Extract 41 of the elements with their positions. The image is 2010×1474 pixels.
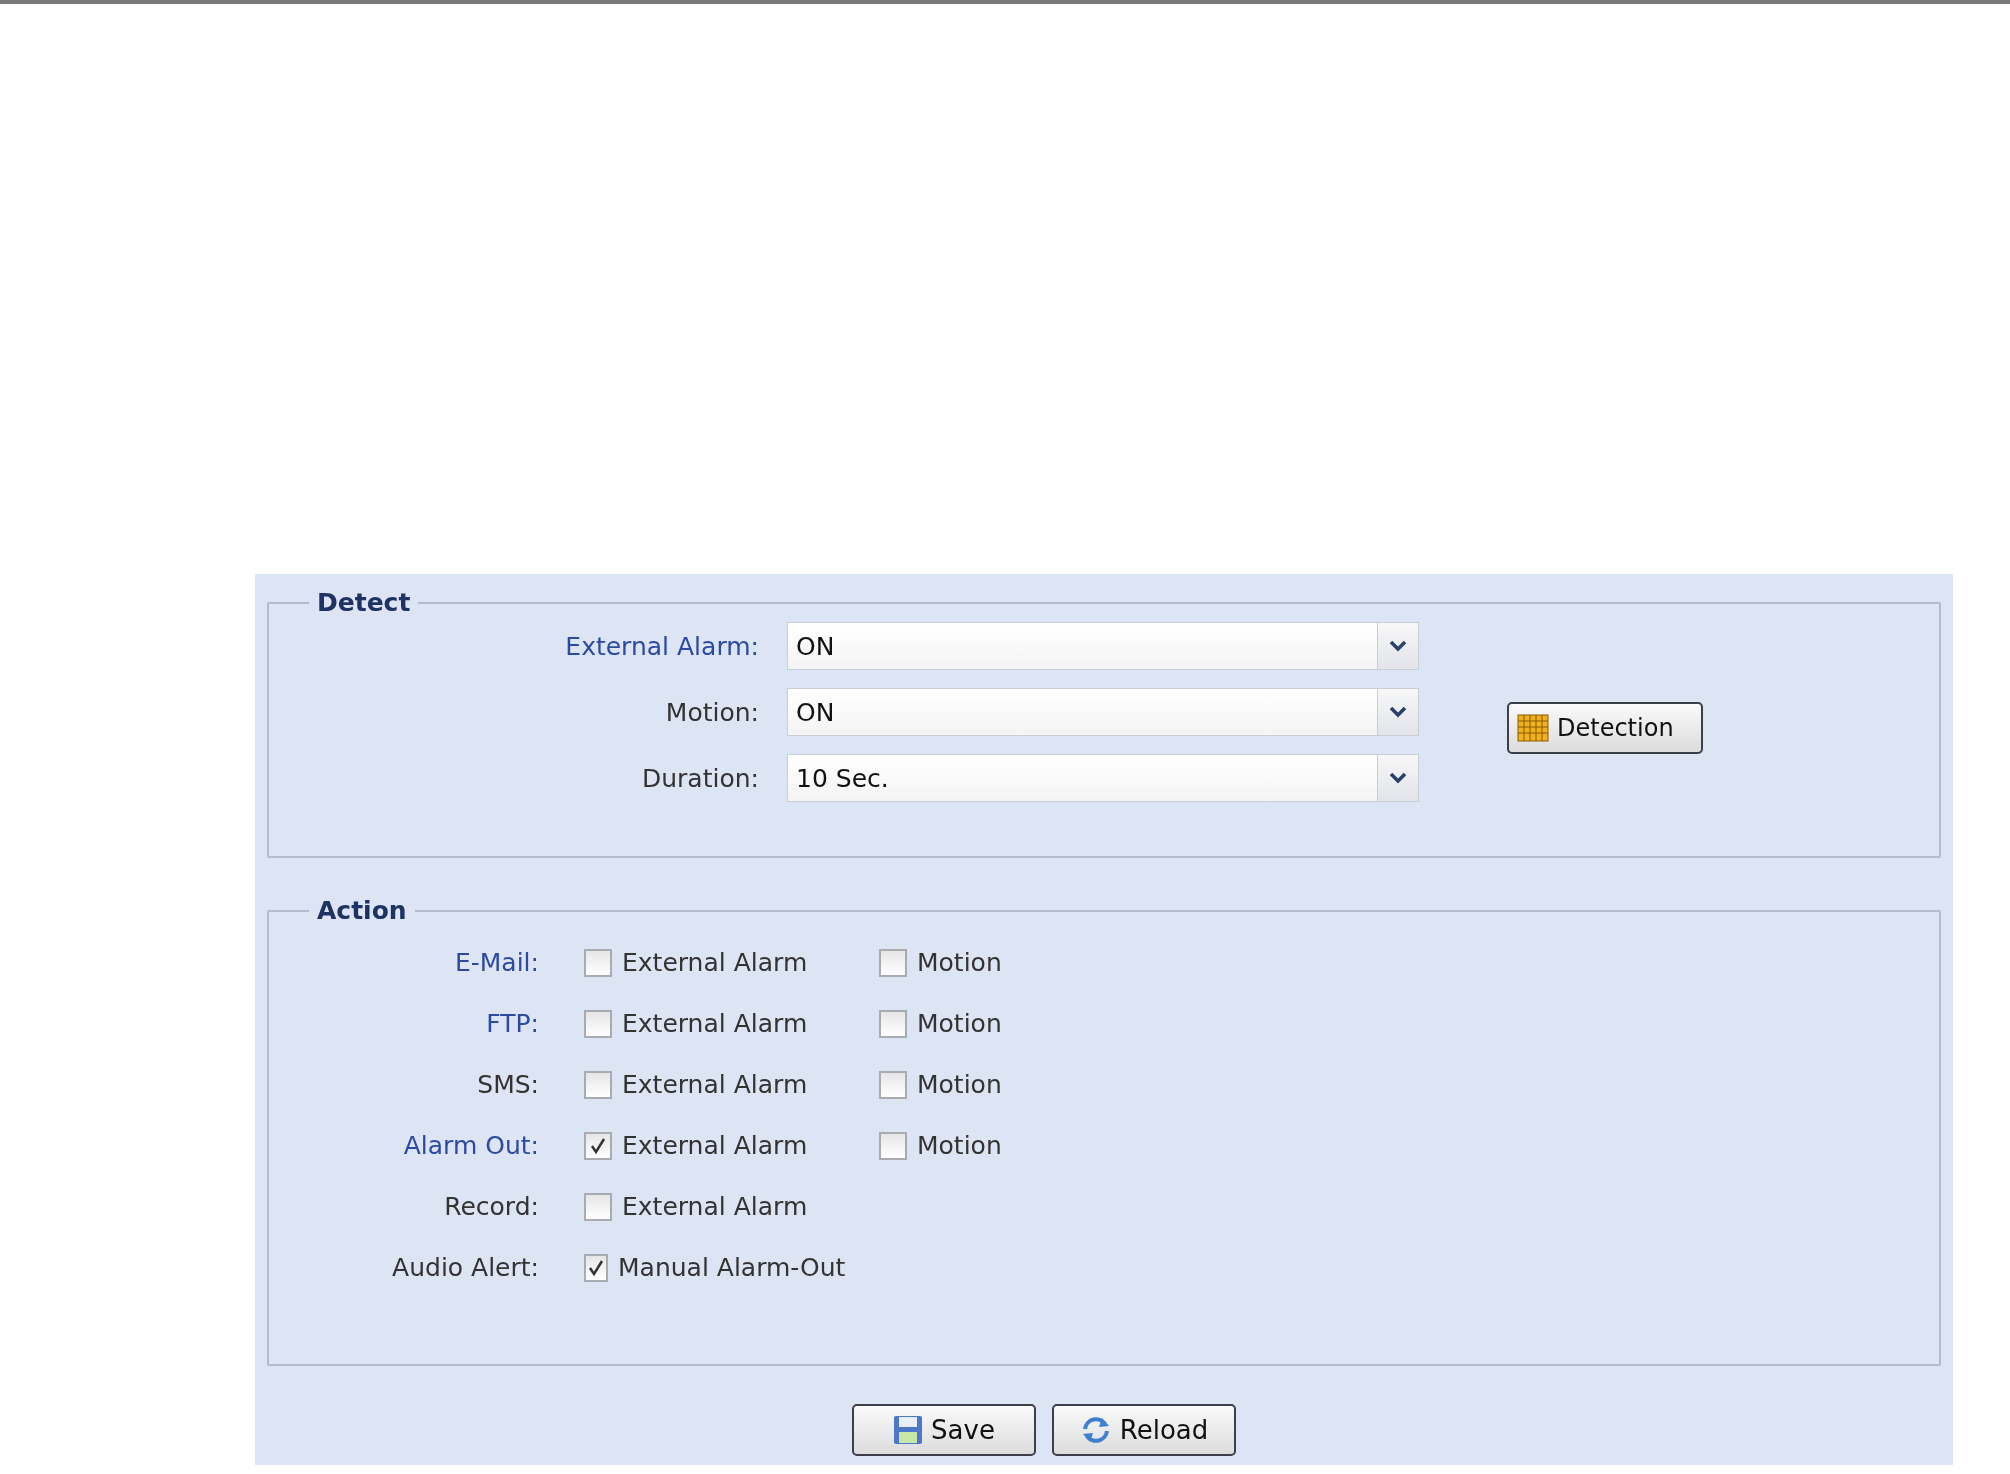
field-label: External Alarm: xyxy=(565,631,759,661)
checkbox-label: External Alarm xyxy=(622,948,808,977)
checkbox[interactable] xyxy=(584,1253,608,1282)
checkbox-label: Motion xyxy=(917,1070,1002,1099)
section-title: Detect xyxy=(316,590,412,616)
checkbox-label: External Alarm xyxy=(622,1192,808,1221)
checkbox[interactable] xyxy=(584,1192,612,1221)
field-label: Alarm Out: xyxy=(403,1131,539,1160)
field-label: Audio Alert: xyxy=(392,1253,539,1282)
grid-icon xyxy=(1517,714,1549,742)
field-label: E-Mail: xyxy=(454,948,539,977)
field-label: Record: xyxy=(444,1192,539,1221)
save-button[interactable]: Save xyxy=(852,1404,1036,1456)
field-label: Duration: xyxy=(642,763,759,793)
dropdown[interactable]: ON xyxy=(787,622,1419,670)
checkbox-label: External Alarm xyxy=(622,1070,808,1099)
dropdown[interactable]: 10 Sec. xyxy=(787,754,1419,802)
field-label: SMS: xyxy=(477,1070,539,1099)
checkbox-label: Motion xyxy=(917,1009,1002,1038)
checkbox-label: External Alarm xyxy=(622,1009,808,1038)
field-label: Motion: xyxy=(665,697,759,727)
checkbox-label: Motion xyxy=(917,1131,1002,1160)
field-label: FTP: xyxy=(486,1009,539,1038)
checkbox[interactable] xyxy=(584,1009,612,1038)
checkbox[interactable] xyxy=(879,948,907,977)
section-title: Action xyxy=(316,898,408,924)
checkbox[interactable] xyxy=(584,1131,612,1160)
detection-button[interactable]: Detection xyxy=(1507,702,1703,754)
checkbox-label: Manual Alarm-Out xyxy=(618,1253,846,1282)
chevron-down-icon xyxy=(1377,689,1418,735)
dropdown[interactable]: ON xyxy=(787,688,1419,736)
checkbox[interactable] xyxy=(584,948,612,977)
checkbox[interactable] xyxy=(879,1131,907,1160)
reload-button[interactable]: Reload xyxy=(1052,1404,1236,1456)
chevron-down-icon xyxy=(1377,623,1418,669)
chevron-down-icon xyxy=(1377,755,1418,801)
checkbox-label: External Alarm xyxy=(622,1131,808,1160)
checkbox[interactable] xyxy=(584,1070,612,1099)
checkbox[interactable] xyxy=(879,1009,907,1038)
checkbox-label: Motion xyxy=(917,948,1002,977)
checkbox[interactable] xyxy=(879,1070,907,1099)
